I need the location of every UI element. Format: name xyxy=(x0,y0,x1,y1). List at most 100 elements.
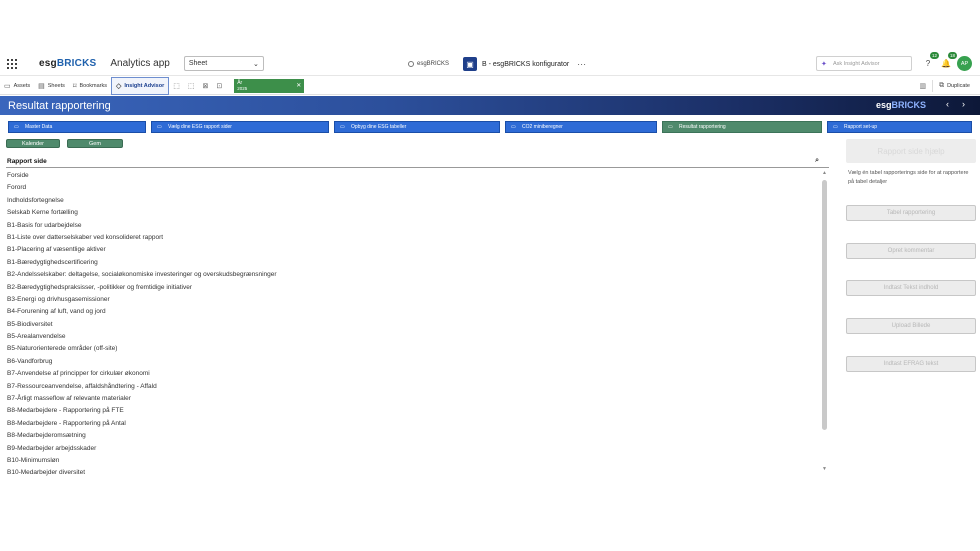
report-page-table: Rapport side ⌕ Forside Forord Indholdsfort… xyxy=(6,156,829,476)
enter-efrag-text-button[interactable]: Indtast EFRAG tekst xyxy=(846,356,976,372)
column-header-rapport-side: Rapport side xyxy=(7,158,47,165)
help-badge: 12 xyxy=(929,52,939,59)
toolbar: ▭ Assets ▤ Sheets ⌑ Bookmarks ◇ Insight Advi… xyxy=(0,76,980,95)
table-row[interactable]: B1-Bæredygtighedscertificering xyxy=(6,257,820,269)
table-row[interactable]: B9-Medarbejder arbejdsskader xyxy=(6,443,820,455)
table-row[interactable]: Selskab Kerne fortælling xyxy=(6,207,820,219)
selections-tool-icon[interactable]: ⬚ xyxy=(188,82,195,90)
brand-logo[interactable]: esgBRICKS xyxy=(39,58,96,69)
sheet-select-value: Sheet xyxy=(188,60,208,67)
bell-icon: 🔔 xyxy=(941,58,951,68)
table-row[interactable]: Forside xyxy=(6,170,820,182)
table-row[interactable]: B2-Bæredygtighedspraksisser, -politikker… xyxy=(6,282,820,294)
table-row[interactable]: B1-Placering af væsentlige aktiver xyxy=(6,244,820,256)
sheet-icon: ▭ xyxy=(340,124,345,130)
nav-report-pages-button[interactable]: ▭ Vælg dine ESG rapport sider xyxy=(151,121,329,133)
app-name: Analytics app xyxy=(110,58,170,69)
columns-icon[interactable]: ▥ xyxy=(919,82,926,90)
help-icon: ? xyxy=(925,58,931,68)
notifications-button[interactable]: 🔔 18 xyxy=(939,52,957,70)
bookmarks-label: Bookmarks xyxy=(79,82,107,89)
gem-button[interactable]: Gem xyxy=(67,139,123,148)
table-row[interactable]: B7-Ressourceanvendelse, affaldshåndterin… xyxy=(6,381,820,393)
sparkle-icon: ✦ xyxy=(821,61,827,68)
table-reporting-button[interactable]: Tabel rapportering xyxy=(846,205,976,221)
sheet-header-banner: Resultat rapportering esgBRICKS ‹ › xyxy=(0,96,980,115)
next-sheet-button[interactable]: › xyxy=(962,99,965,109)
table-row[interactable]: B2-Andelsselskaber: deltagelse, socialøk… xyxy=(6,269,820,281)
table-header[interactable]: Rapport side ⌕ xyxy=(6,156,829,168)
create-comment-button[interactable]: Opret kommentar xyxy=(846,243,976,259)
app-frame: esgBRICKS Analytics app Sheet ⌄ esgBRICK… xyxy=(0,52,980,477)
table-row[interactable]: B1-Liste over datterselskaber ved konsol… xyxy=(6,232,820,244)
page-title: Resultat rapportering xyxy=(8,99,111,112)
sheet-select[interactable]: Sheet ⌄ xyxy=(183,56,264,71)
scroll-up-icon[interactable]: ▲ xyxy=(822,170,827,176)
table-row[interactable]: B6-Vandforbrug xyxy=(6,356,820,368)
table-row[interactable]: Forord xyxy=(6,182,820,194)
table-body: Forside Forord Indholdsfortegnelse Selskab … xyxy=(6,170,820,476)
table-row[interactable]: B1-Basis for udarbejdelse xyxy=(6,220,820,232)
table-row[interactable]: B10-Minimumsløn xyxy=(6,455,820,467)
table-row[interactable]: B10-Medarbejder diversitet xyxy=(6,467,820,476)
step-back-icon[interactable]: ⊡ xyxy=(216,82,222,90)
duplicate-button[interactable]: ⧉ Duplicate xyxy=(935,77,974,95)
search-icon[interactable]: ⌕ xyxy=(815,157,819,165)
top-bar: esgBRICKS Analytics app Sheet ⌄ esgBRICK… xyxy=(0,52,980,76)
report-page-help-label: Rapport side hjælp xyxy=(877,146,945,156)
more-options-icon[interactable]: ··· xyxy=(577,59,586,69)
notifications-badge: 18 xyxy=(947,52,957,59)
upload-image-button[interactable]: Upload Billede xyxy=(846,318,976,334)
clear-selections-icon[interactable]: ⊠ xyxy=(202,82,208,90)
ask-insight-advisor-placeholder: Ask Insight Advisor xyxy=(833,61,880,67)
table-row[interactable]: B8-Medarbejdere - Rapportering på Antal xyxy=(6,418,820,430)
enter-text-content-button[interactable]: Indtast Tekst indhold xyxy=(846,280,976,296)
selection-field-value: 2025 xyxy=(237,85,248,91)
bookmarks-button[interactable]: ⌑ Bookmarks xyxy=(69,77,111,95)
table-row[interactable]: B8-Medarbejderomsætning xyxy=(6,430,820,442)
diamond-icon: ◇ xyxy=(116,82,122,90)
toolbar-divider xyxy=(932,80,934,92)
table-row[interactable]: B7-Anvendelse af principper for cirkulær… xyxy=(6,368,820,380)
report-page-help-button[interactable]: Rapport side hjælp xyxy=(846,139,976,163)
table-row[interactable]: B5-Naturorienterede områder (off-site) xyxy=(6,343,820,355)
duplicate-icon: ⧉ xyxy=(939,82,945,89)
table-row[interactable]: B5-Arealanvendelse xyxy=(6,331,820,343)
sheet-icon: ▭ xyxy=(157,124,162,130)
ask-insight-advisor-input[interactable]: ✦ Ask Insight Advisor xyxy=(816,56,912,71)
assets-button[interactable]: ▭ Assets xyxy=(0,77,34,95)
close-icon[interactable]: ✕ xyxy=(296,82,301,89)
table-row[interactable]: B8-Medarbejdere - Rapportering på FTE xyxy=(6,405,820,417)
previous-sheet-button[interactable]: ‹ xyxy=(946,99,949,109)
app-thumbnail-icon: ▣ xyxy=(463,57,478,71)
sheets-button[interactable]: ▤ Sheets xyxy=(34,77,69,95)
chevron-down-icon: ⌄ xyxy=(253,60,259,68)
nav-report-setup-button[interactable]: ▭ Rapport set-up xyxy=(827,121,972,133)
sheets-icon: ▤ xyxy=(38,82,45,90)
nav-co2-calculator-button[interactable]: ▭ CO2 miniberegner xyxy=(505,121,657,133)
sheets-label: Sheets xyxy=(47,82,65,89)
table-row[interactable]: B5-Biodiversitet xyxy=(6,319,820,331)
scroll-down-icon[interactable]: ▼ xyxy=(822,466,827,472)
help-button[interactable]: ? 12 xyxy=(921,52,939,70)
app-title: B - esgBRICKS konfigurator xyxy=(482,60,570,68)
nav-build-tables-button[interactable]: ▭ Opbyg dine ESG tabeller xyxy=(334,121,500,133)
table-row[interactable]: B4-Forurening af luft, vand og jord xyxy=(6,306,820,318)
kalender-button[interactable]: Kalender xyxy=(6,139,60,148)
selection-chip-year[interactable]: År 2025 ✕ xyxy=(234,78,305,93)
sheet-icon: ▭ xyxy=(668,124,673,130)
toolbar-right: ▥ ⧉ Duplicate xyxy=(915,77,974,95)
table-row[interactable]: Indholdsfortegnelse xyxy=(6,195,820,207)
table-row[interactable]: B3-Energi og drivhusgasemissioner xyxy=(6,294,820,306)
table-row[interactable]: B7-Årligt masseflow af relevante materia… xyxy=(6,393,820,405)
insight-advisor-button[interactable]: ◇ Insight Advisor xyxy=(111,76,170,95)
nav-result-reporting-button[interactable]: ▭ Resultat rapportering xyxy=(662,121,822,133)
assets-label: Assets xyxy=(13,82,31,89)
user-icon xyxy=(408,61,414,67)
smart-search-icon[interactable]: ⬚ xyxy=(173,82,180,90)
app-launcher-icon[interactable] xyxy=(7,58,17,69)
bookmark-icon: ⌑ xyxy=(72,82,77,90)
vertical-scrollbar[interactable] xyxy=(822,180,827,430)
avatar[interactable]: AP xyxy=(957,56,972,71)
nav-master-data-button[interactable]: ▭ Master Data xyxy=(8,121,146,133)
